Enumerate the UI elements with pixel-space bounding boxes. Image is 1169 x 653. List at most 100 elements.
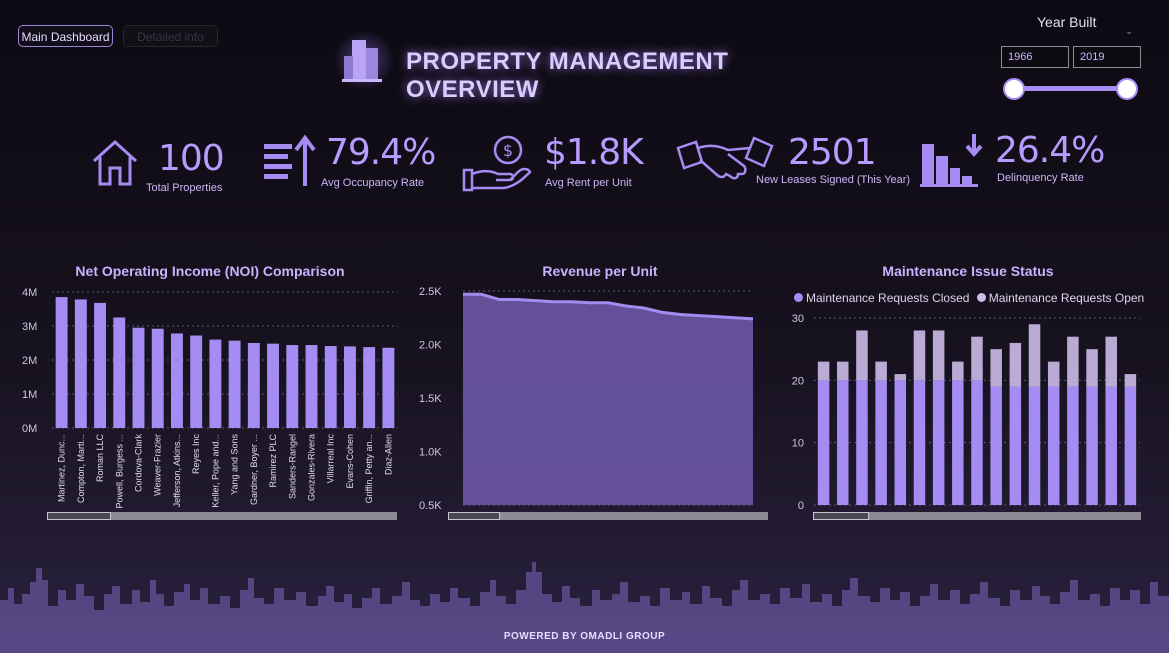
legend-closed-marker [794, 293, 803, 302]
kpi-label: Delinquency Rate [997, 172, 1084, 184]
y-tick-label: 0.5K [419, 500, 442, 510]
open-bar [971, 336, 983, 381]
noi-bar [286, 345, 299, 428]
x-tick-label: Gonzales-Rivera [307, 434, 317, 501]
kpi-occupancy: 79.4% Avg Occupancy Rate [262, 126, 436, 206]
svg-text:$: $ [503, 141, 513, 160]
bar-down-icon [920, 134, 983, 187]
kpi-label: New Leases Signed (This Year) [756, 174, 911, 186]
closed-bar [1028, 386, 1041, 505]
maintenance-scrollbar-thumb[interactable] [813, 512, 869, 520]
closed-bar [971, 380, 983, 505]
x-tick-label: Keller, Pope and... [210, 434, 220, 508]
open-bar [952, 361, 964, 381]
revenue-scrollbar-thumb[interactable] [448, 512, 500, 520]
closed-bar [1105, 386, 1117, 505]
y-tick-label: 10 [792, 438, 804, 450]
closed-bar [1124, 386, 1137, 505]
chevron-down-icon[interactable]: ⌄ [1125, 26, 1133, 37]
revenue-chart: 2.5K 2.0K 1.5K 1.0K 0.5K [419, 286, 754, 510]
noi-scrollbar-thumb[interactable] [47, 512, 111, 520]
y-tick-label: 2M [22, 355, 37, 367]
closed-bar [1067, 386, 1079, 505]
closed-bar [1009, 386, 1022, 505]
noi-bar [363, 347, 376, 428]
legend-open-label: Maintenance Requests Open [988, 291, 1145, 305]
kpi-value: $1.8K [544, 132, 644, 173]
open-bar [1047, 361, 1060, 387]
x-tick-label: Martinez, Dunc... [57, 434, 67, 502]
year-to-input[interactable]: 2019 [1073, 46, 1141, 68]
maintenance-chart: 30 20 10 0 [792, 313, 1140, 510]
kpi-label: Avg Occupancy Rate [321, 177, 425, 189]
closed-bar [1047, 386, 1060, 505]
maintenance-scrollbar[interactable] [813, 512, 1141, 520]
closed-bar [875, 380, 887, 505]
y-tick-label: 3M [22, 321, 37, 333]
noi-bar [132, 327, 145, 428]
noi-bar [305, 345, 318, 428]
revenue-area [463, 294, 753, 505]
noi-chart-title: Net Operating Income (NOI) Comparison [75, 263, 345, 279]
main-dashboard-button[interactable]: Main Dashboard [18, 25, 113, 47]
noi-bar [55, 297, 68, 428]
kpi-new-leases: 2501 New Leases Signed (This Year) [676, 126, 910, 206]
noi-bar [247, 343, 260, 428]
closed-bar [817, 380, 830, 505]
kpi-label: Total Properties [146, 182, 223, 194]
house-icon [92, 139, 138, 186]
x-tick-label: Griffin, Petty an... [364, 434, 374, 503]
noi-bar [209, 339, 222, 428]
open-bar [932, 330, 945, 381]
x-tick-label: Roman LLC [95, 434, 105, 483]
closed-bar [952, 380, 964, 505]
noi-chart: 4M 3M 2M 1M 0M Martinez, Dunc... Compton, Mart… [22, 287, 398, 509]
x-tick-label: Reyes Inc [191, 434, 201, 475]
year-slider-track[interactable] [1014, 86, 1127, 91]
x-tick-label: Sanders-Rangel [287, 434, 297, 499]
revenue-chart-title: Revenue per Unit [542, 263, 658, 279]
y-tick-label: 30 [792, 313, 804, 325]
kpi-delinquency: 26.4% Delinquency Rate [918, 126, 1105, 206]
closed-bar [990, 386, 1002, 505]
noi-bar [267, 343, 280, 428]
noi-bar [113, 317, 126, 428]
x-tick-label: Cordova-Clark [134, 434, 144, 493]
page-header: PROPERTY MANAGEMENT OVERVIEW [330, 30, 850, 103]
closed-bar [837, 380, 849, 505]
x-tick-label: Villarreal Inc [326, 434, 336, 484]
y-tick-label: 0M [22, 423, 37, 435]
kpi-value: 79.4% [326, 132, 436, 173]
open-bar [913, 330, 926, 381]
page-title: PROPERTY MANAGEMENT OVERVIEW [406, 48, 729, 103]
maintenance-legend: Maintenance Requests Closed Maintenance … [794, 291, 1144, 305]
noi-bar [74, 299, 87, 428]
x-tick-label: Compton, Marti... [76, 434, 86, 503]
revenue-scrollbar[interactable] [448, 512, 768, 520]
legend-closed-label: Maintenance Requests Closed [806, 291, 970, 305]
closed-bar [856, 380, 868, 505]
closed-bar [932, 380, 945, 505]
y-tick-label: 1M [22, 389, 37, 401]
open-bar [1028, 324, 1041, 387]
kpi-total-properties: 100 Total Properties [88, 126, 238, 206]
open-bar [1086, 349, 1098, 387]
y-tick-label: 0 [798, 500, 804, 510]
x-tick-label: Ramirez PLC [268, 434, 278, 488]
x-tick-label: Yang and Sons [230, 434, 240, 495]
x-tick-label: Gardner, Boyer ... [249, 434, 259, 505]
x-tick-label: Weaver-Frazier [153, 434, 163, 496]
open-bar [837, 361, 849, 381]
open-bar [817, 361, 830, 381]
kpi-avg-rent: $ $1.8K Avg Rent per Unit [460, 126, 644, 206]
closed-bar [894, 380, 907, 505]
open-bar [990, 349, 1002, 387]
year-slider-end-handle[interactable] [1116, 78, 1138, 100]
year-from-input[interactable]: 1966 [1001, 46, 1069, 68]
noi-bar [151, 328, 164, 428]
noi-scrollbar[interactable] [47, 512, 397, 520]
year-slider-start-handle[interactable] [1003, 78, 1025, 100]
detailed-info-button[interactable]: Detailed info [123, 25, 218, 47]
occupancy-up-icon [264, 134, 316, 186]
x-tick-label: Diaz-Allen [383, 434, 393, 475]
